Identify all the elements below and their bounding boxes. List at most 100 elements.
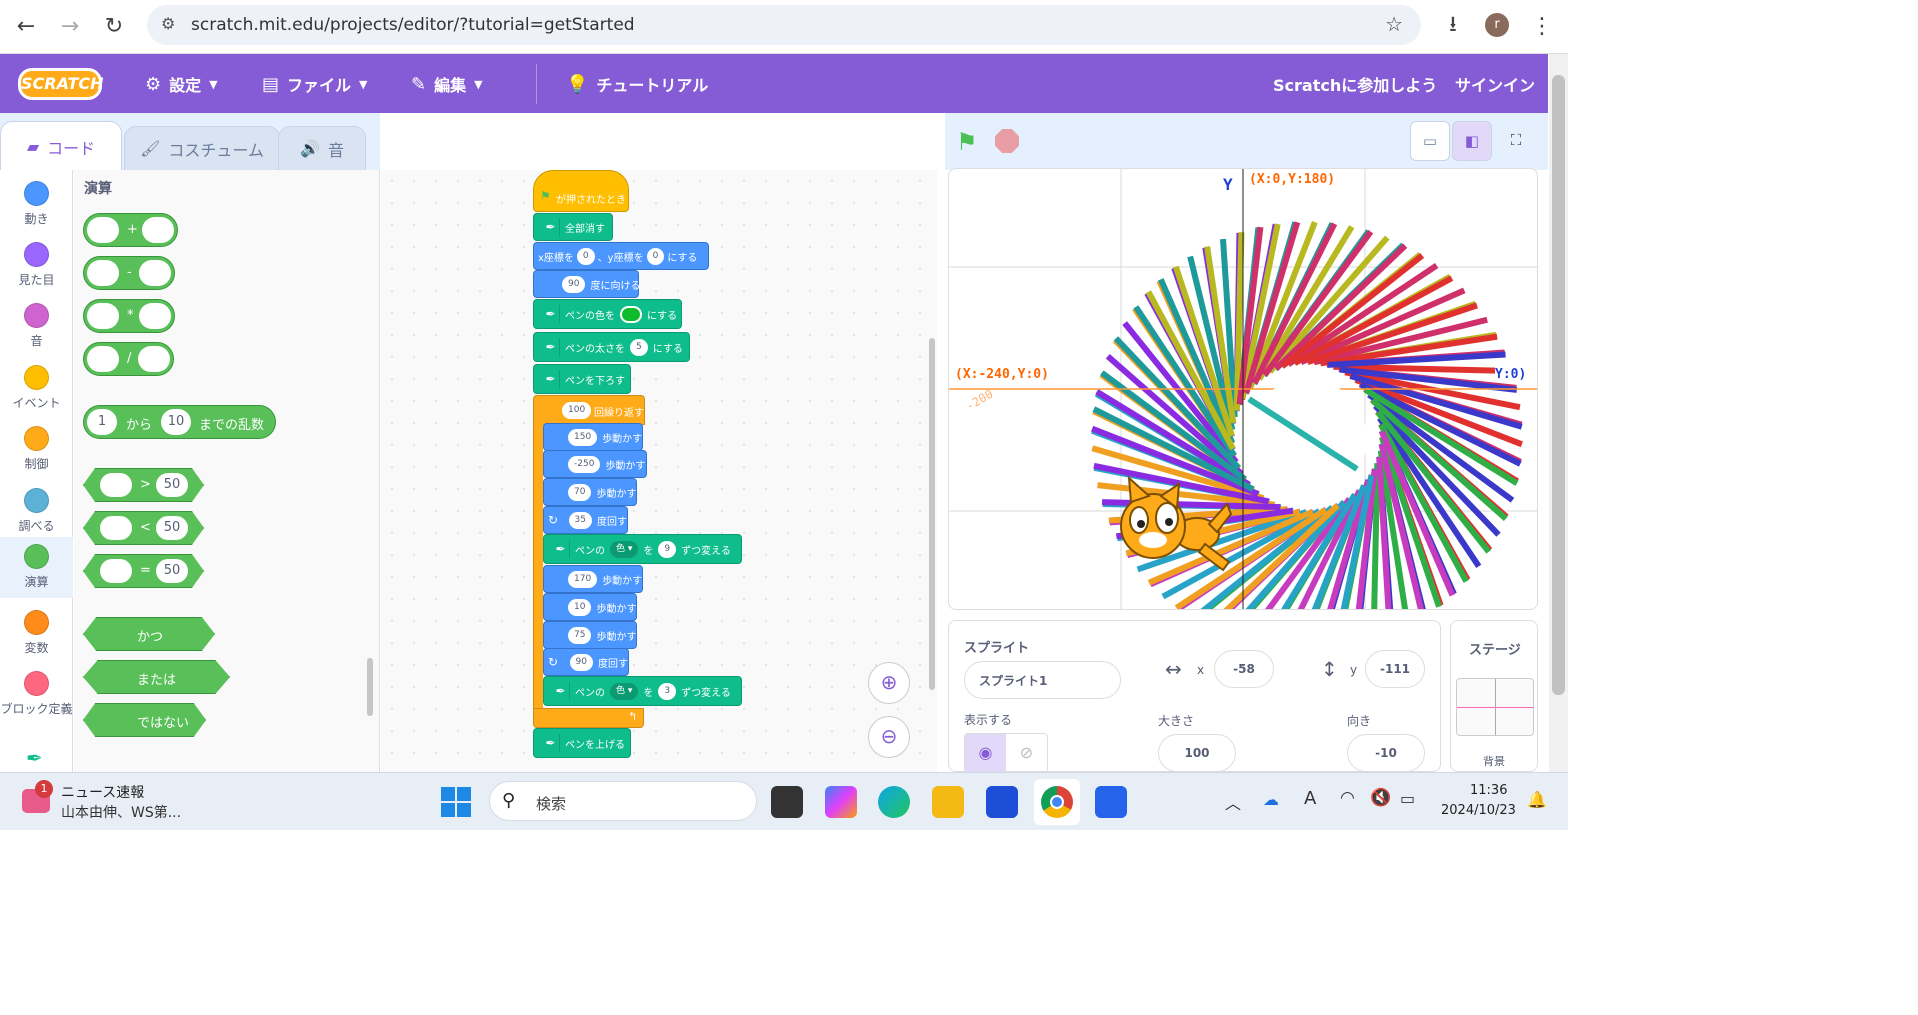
photos-icon[interactable]	[1095, 786, 1127, 818]
news-subtitle[interactable]: 山本由伸、WS第...	[61, 802, 181, 822]
category-motion[interactable]: 動き	[0, 174, 73, 235]
steps-input[interactable]: 10	[568, 598, 592, 616]
pen-param-dropdown[interactable]: 色 ▾	[610, 682, 639, 700]
settings-menu[interactable]: ⚙ 設定 ▼	[145, 72, 218, 96]
move-steps-block[interactable]: 150 歩動かす	[543, 423, 643, 451]
turn-right-block[interactable]: ↻ 90 度回す	[543, 648, 629, 676]
operand-slot[interactable]	[87, 303, 119, 329]
bookmark-star-icon[interactable]: ☆	[1385, 12, 1403, 36]
wifi-icon[interactable]: ◠	[1340, 788, 1355, 808]
when-flag-clicked-block[interactable]: ⚑ が押されたとき	[533, 170, 629, 212]
palette-scrollbar[interactable]	[367, 658, 373, 716]
site-info-icon[interactable]: ⚙	[161, 14, 175, 33]
pen-extension-icon[interactable]: ✒	[26, 746, 43, 770]
join-scratch-link[interactable]: Scratchに参加しよう	[1273, 72, 1437, 96]
operand-slot[interactable]: 50	[156, 473, 188, 497]
operand-slot[interactable]	[87, 260, 119, 286]
download-icon[interactable]: ⭳	[1437, 10, 1469, 42]
equals-block[interactable]: = 50	[83, 554, 204, 588]
stage-thumbnail[interactable]	[1456, 678, 1534, 736]
goto-xy-block[interactable]: x座標を 0 、y座標を 0 にする	[533, 242, 709, 270]
tab-costume[interactable]: 🖌 コスチューム	[124, 126, 280, 171]
onedrive-icon[interactable]: ☁	[1263, 790, 1279, 809]
profile-avatar[interactable]: r	[1485, 13, 1509, 37]
size-input[interactable]: 5	[630, 338, 648, 356]
forward-icon[interactable]: →	[54, 10, 86, 42]
normal-stage-button[interactable]: ◧	[1452, 121, 1492, 161]
category-sensing[interactable]: 調べる	[0, 481, 73, 542]
direction-input[interactable]: -10	[1347, 734, 1425, 772]
pen-down-block[interactable]: ✒ ペンを下ろす	[533, 364, 631, 394]
turn-right-block[interactable]: ↻ 35 度回す	[543, 506, 628, 534]
edit-menu[interactable]: ✎ 編集 ▼	[411, 72, 483, 96]
move-steps-block[interactable]: 75 歩動かす	[543, 621, 637, 649]
store-icon[interactable]	[986, 786, 1018, 818]
file-menu[interactable]: ▤ ファイル ▼	[262, 72, 368, 96]
chrome-taskbar-button[interactable]	[1034, 779, 1080, 825]
random-from-input[interactable]: 1	[87, 409, 117, 435]
eye-icon[interactable]: ◉	[965, 734, 1006, 772]
repeat-count-input[interactable]: 100	[562, 402, 592, 419]
address-bar[interactable]: ⚙ scratch.mit.edu/projects/editor/?tutor…	[147, 5, 1421, 45]
category-variables[interactable]: 変数	[0, 603, 73, 664]
move-steps-block[interactable]: 70 歩動かす	[543, 478, 637, 506]
random-block[interactable]: 1 から 10 までの乱数	[83, 405, 276, 439]
script-workspace[interactable]: ⚑ が押されたとき ✒ 全部消す x座標を 0 、y座標を 0 にする 90 度に向…	[381, 170, 937, 772]
scratch-logo[interactable]: SCRATCH	[18, 68, 103, 100]
repeat-block[interactable]: 100 回繰り返す	[533, 395, 645, 425]
tab-sound[interactable]: 🔊 音	[278, 126, 366, 171]
change-pen-color-block[interactable]: ✒ ペンの色 ▾ を 3 ずつ変える	[543, 676, 742, 706]
less-than-block[interactable]: < 50	[83, 511, 204, 545]
back-icon[interactable]: ←	[10, 10, 42, 42]
add-block[interactable]: +	[83, 213, 178, 247]
stage-canvas[interactable]: Y (X:0,Y:180) (X:-240,Y:0) -200 Y:0)	[948, 168, 1538, 610]
and-block[interactable]: かつ	[83, 617, 215, 651]
set-pen-size-block[interactable]: ✒ ペンの太さを 5 にする	[533, 332, 690, 362]
more-menu-icon[interactable]: ⋮	[1526, 10, 1558, 42]
move-steps-block[interactable]: 10 歩動かす	[543, 593, 637, 621]
subtract-block[interactable]: -	[83, 256, 175, 290]
steps-input[interactable]: 150	[568, 428, 598, 446]
degrees-input[interactable]: 35	[568, 511, 592, 529]
cat-sprite[interactable]	[1109, 474, 1239, 584]
or-block[interactable]: または	[83, 660, 230, 694]
category-looks[interactable]: 見た目	[0, 235, 73, 296]
zoom-out-button[interactable]: ⊖	[868, 716, 910, 758]
ime-icon[interactable]: A	[1304, 788, 1316, 809]
point-direction-block[interactable]: 90 度に向ける	[533, 270, 640, 298]
taskbar-search[interactable]: ⚲ 検索	[489, 781, 757, 821]
category-sound[interactable]: 音	[0, 296, 73, 357]
file-explorer-icon[interactable]	[932, 786, 964, 818]
news-title[interactable]: ニュース速報	[61, 782, 144, 802]
operand-slot[interactable]: 50	[156, 559, 188, 583]
tab-code[interactable]: ▰ コード	[0, 121, 122, 171]
operand-slot[interactable]	[100, 559, 132, 583]
green-flag-button[interactable]: ⚑	[956, 128, 978, 156]
workspace-scrollbar[interactable]	[929, 338, 935, 690]
x-input[interactable]: 0	[576, 247, 595, 265]
fullscreen-button[interactable]: ⛶	[1496, 121, 1536, 161]
category-my-blocks[interactable]: ブロック定義	[0, 664, 73, 725]
move-steps-block[interactable]: -250 歩動かす	[543, 450, 647, 478]
eye-off-icon[interactable]: ⊘	[1006, 734, 1047, 772]
operand-slot[interactable]	[142, 217, 174, 243]
steps-input[interactable]: -250	[568, 455, 601, 473]
volume-muted-icon[interactable]: 🔇	[1370, 788, 1391, 808]
chevron-up-icon[interactable]: ︿	[1225, 790, 1241, 814]
pen-param-dropdown[interactable]: 色 ▾	[610, 540, 639, 558]
edge-icon[interactable]	[878, 786, 910, 818]
category-operators[interactable]: 演算	[0, 537, 73, 598]
category-events[interactable]: イベント	[0, 358, 73, 419]
operand-slot[interactable]	[138, 346, 170, 372]
clock-date[interactable]: 2024/10/23	[1441, 803, 1516, 818]
steps-input[interactable]: 75	[568, 626, 592, 644]
operand-slot[interactable]	[100, 473, 132, 497]
size-input[interactable]: 100	[1158, 734, 1236, 772]
y-input[interactable]: 0	[646, 247, 665, 265]
move-steps-block[interactable]: 170 歩動かす	[543, 565, 643, 593]
zoom-in-button[interactable]: ⊕	[868, 662, 910, 704]
random-to-input[interactable]: 10	[161, 409, 191, 435]
not-block[interactable]: ではない	[83, 703, 206, 737]
steps-input[interactable]: 70	[568, 483, 592, 501]
change-input[interactable]: 9	[658, 540, 677, 558]
